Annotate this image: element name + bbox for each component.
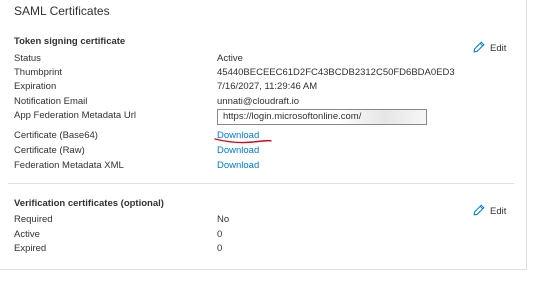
edit-label: Edit — [490, 43, 507, 54]
card-title: SAML Certificates — [14, 4, 110, 18]
thumbprint-label: Thumbprint — [14, 67, 63, 78]
metadata-url-field[interactable]: https://login.microsoftonline.com/ — [217, 109, 427, 125]
active-value: 0 — [217, 229, 223, 240]
expiration-value: 7/16/2027, 11:29:46 AM — [217, 81, 318, 92]
federation-xml-download-link[interactable]: Download — [217, 160, 259, 171]
expired-value: 0 — [217, 243, 223, 254]
edit-label: Edit — [490, 206, 507, 217]
required-label: Required — [14, 214, 53, 225]
expired-label: Expired — [14, 243, 47, 254]
cert-raw-label: Certificate (Raw) — [14, 145, 85, 156]
expiration-label: Expiration — [14, 81, 57, 92]
metadata-url-label: App Federation Metadata Url — [14, 110, 136, 121]
page: SAML Certificates Token signing certific… — [0, 0, 534, 281]
notification-email-value: unnati@cloudraft.io — [217, 96, 299, 107]
token-signing-heading: Token signing certificate — [14, 36, 126, 47]
verification-heading: Verification certificates (optional) — [14, 198, 164, 209]
status-value: Active — [217, 53, 243, 64]
thumbprint-value: 45440BECEEC61D2FC43BCDB2312C50FD6BDA0ED3 — [217, 67, 455, 78]
pencil-icon — [473, 204, 485, 216]
pencil-icon — [473, 41, 485, 53]
federation-xml-label: Federation Metadata XML — [14, 160, 124, 171]
section-divider — [8, 183, 514, 184]
active-label: Active — [14, 229, 40, 240]
red-underline-annotation — [214, 138, 272, 144]
required-value: No — [217, 214, 230, 225]
notification-email-label: Notification Email — [14, 96, 88, 107]
status-label: Status — [14, 53, 41, 64]
saml-certificates-card: SAML Certificates Token signing certific… — [0, 0, 527, 270]
verification-edit-button[interactable]: Edit — [473, 204, 506, 217]
cert-raw-download-link[interactable]: Download — [217, 145, 259, 156]
token-signing-edit-button[interactable]: Edit — [473, 41, 506, 54]
cert-base64-label: Certificate (Base64) — [14, 130, 98, 141]
